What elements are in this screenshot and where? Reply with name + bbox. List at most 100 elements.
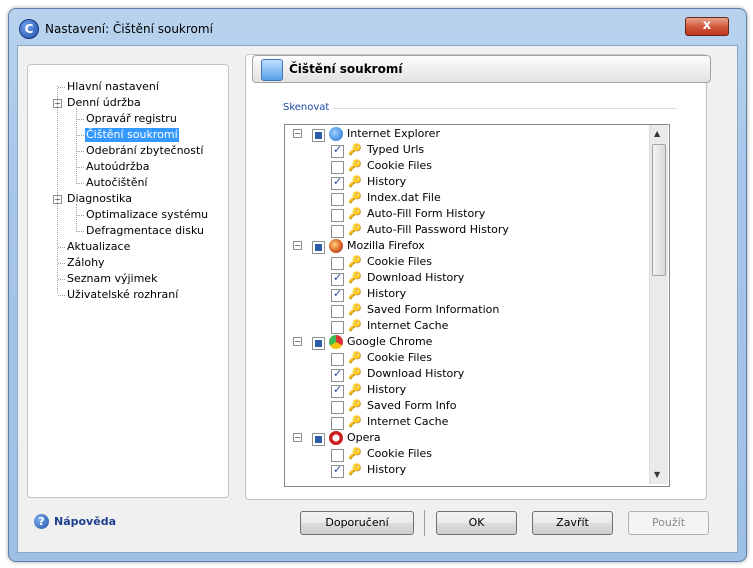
keys-icon: 🔑	[348, 319, 362, 332]
ok-button[interactable]: OK	[436, 511, 517, 535]
item-checkbox[interactable]	[331, 353, 344, 366]
scroll-up-arrow-icon[interactable]: ▲	[654, 129, 660, 138]
group-checkbox[interactable]	[312, 337, 325, 350]
tree-connector	[76, 167, 84, 168]
scan-group-label: Skenovat	[283, 102, 330, 113]
close-button[interactable]: Zavřít	[532, 511, 613, 535]
scan-item-label[interactable]: Index.dat File	[367, 190, 441, 206]
sidebar-item[interactable]: Hlavní nastavení	[67, 80, 159, 94]
tree-connector	[58, 295, 65, 296]
item-checkbox[interactable]	[331, 383, 344, 398]
tree-connector	[58, 263, 65, 264]
group-checkbox[interactable]	[312, 433, 325, 446]
internet-explorer-icon	[329, 127, 343, 141]
scan-item-label[interactable]: Auto-Fill Password History	[367, 222, 509, 238]
item-checkbox[interactable]	[331, 271, 344, 286]
keys-icon: 🔑	[348, 399, 362, 412]
privacy-cleaner-icon	[261, 59, 283, 81]
sidebar-item[interactable]: Autoúdržba	[86, 160, 150, 174]
scan-item-label[interactable]: Download History	[367, 270, 464, 286]
tree-connector	[76, 215, 84, 216]
scrollbar-thumb[interactable]	[652, 144, 666, 276]
scan-item-label[interactable]: Typed Urls	[367, 142, 424, 158]
collapse-icon[interactable]: −	[293, 129, 302, 138]
scan-item-label[interactable]: Saved Form Information	[367, 302, 499, 318]
button-separator	[424, 510, 425, 536]
keys-icon: 🔑	[348, 175, 362, 188]
scan-item-label[interactable]: History	[367, 462, 406, 478]
group-divider	[333, 108, 677, 109]
browser-group-label[interactable]: Google Chrome	[347, 334, 432, 350]
item-checkbox[interactable]	[331, 449, 344, 462]
item-checkbox[interactable]	[331, 367, 344, 382]
scan-item-label[interactable]: Download History	[367, 366, 464, 382]
keys-icon: 🔑	[348, 463, 362, 476]
item-checkbox[interactable]	[331, 225, 344, 238]
sidebar-item[interactable]: Seznam výjimek	[67, 272, 157, 286]
scan-item-label[interactable]: Cookie Files	[367, 350, 432, 366]
scan-item-label[interactable]: Cookie Files	[367, 158, 432, 174]
item-checkbox[interactable]	[331, 193, 344, 206]
scan-item-label[interactable]: Auto-Fill Form History	[367, 206, 485, 222]
browser-group-label[interactable]: Mozilla Firefox	[347, 238, 425, 254]
group-checkbox[interactable]	[312, 241, 325, 254]
browser-group-label[interactable]: Internet Explorer	[347, 126, 440, 142]
keys-icon: 🔑	[348, 351, 362, 364]
item-checkbox[interactable]	[331, 401, 344, 414]
firefox-icon	[329, 239, 343, 253]
group-checkbox[interactable]	[312, 129, 325, 142]
sidebar-item[interactable]: Čištění soukromí	[85, 128, 179, 142]
item-checkbox[interactable]	[331, 463, 344, 478]
collapse-icon[interactable]: −	[293, 241, 302, 250]
sidebar-item[interactable]: Zálohy	[67, 256, 105, 270]
tree-connector	[76, 231, 84, 232]
sidebar-item[interactable]: Odebrání zbytečností	[86, 144, 203, 158]
scan-item-label[interactable]: History	[367, 174, 406, 190]
item-checkbox[interactable]	[331, 287, 344, 302]
scan-items-list[interactable]: −Internet Explorer🔑Typed Urls🔑Cookie Fil…	[284, 124, 670, 487]
sidebar-item[interactable]: Uživatelské rozhraní	[67, 288, 178, 302]
keys-icon: 🔑	[348, 191, 362, 204]
scan-item-label[interactable]: Saved Form Info	[367, 398, 457, 414]
close-window-button[interactable]: x	[685, 17, 729, 36]
title-bar[interactable]: C Nastavení: Čištění soukromí x	[9, 9, 746, 39]
item-checkbox[interactable]	[331, 321, 344, 334]
recommend-button[interactable]: Doporučení	[300, 511, 414, 535]
scroll-down-arrow-icon[interactable]: ▼	[654, 470, 660, 479]
item-checkbox[interactable]	[331, 209, 344, 222]
item-checkbox[interactable]	[331, 143, 344, 158]
item-checkbox[interactable]	[331, 175, 344, 190]
keys-icon: 🔑	[348, 143, 362, 156]
keys-icon: 🔑	[348, 383, 362, 396]
window-title: Nastavení: Čištění soukromí	[45, 22, 213, 36]
scan-item-label[interactable]: History	[367, 286, 406, 302]
help-icon[interactable]: ?	[34, 514, 49, 529]
tree-connector	[76, 135, 84, 136]
item-checkbox[interactable]	[331, 161, 344, 174]
browser-group-label[interactable]: Opera	[347, 430, 381, 446]
panel-title: Čištění soukromí	[289, 62, 403, 76]
scan-item-label[interactable]: Internet Cache	[367, 414, 448, 430]
tree-connector	[58, 247, 65, 248]
scan-item-label[interactable]: History	[367, 382, 406, 398]
help-link[interactable]: Nápověda	[54, 515, 116, 528]
scan-item-label[interactable]: Internet Cache	[367, 318, 448, 334]
sidebar-item[interactable]: Autočištění	[86, 176, 147, 190]
item-checkbox[interactable]	[331, 417, 344, 430]
keys-icon: 🔑	[348, 447, 362, 460]
scan-item-label[interactable]: Cookie Files	[367, 254, 432, 270]
collapse-icon[interactable]: −	[293, 337, 302, 346]
apply-button[interactable]: Použít	[628, 511, 709, 535]
sidebar-item[interactable]: Opravář registru	[86, 112, 177, 126]
item-checkbox[interactable]	[331, 305, 344, 318]
scan-item-label[interactable]: Cookie Files	[367, 446, 432, 462]
item-checkbox[interactable]	[331, 257, 344, 270]
sidebar-item[interactable]: Optimalizace systému	[86, 208, 208, 222]
sidebar-item[interactable]: Denní údržba	[67, 96, 141, 110]
keys-icon: 🔑	[348, 303, 362, 316]
collapse-icon[interactable]: −	[293, 433, 302, 442]
sidebar-item[interactable]: Aktualizace	[67, 240, 130, 254]
opera-icon	[329, 431, 343, 445]
sidebar-item[interactable]: Defragmentace disku	[86, 224, 204, 238]
keys-icon: 🔑	[348, 159, 362, 172]
